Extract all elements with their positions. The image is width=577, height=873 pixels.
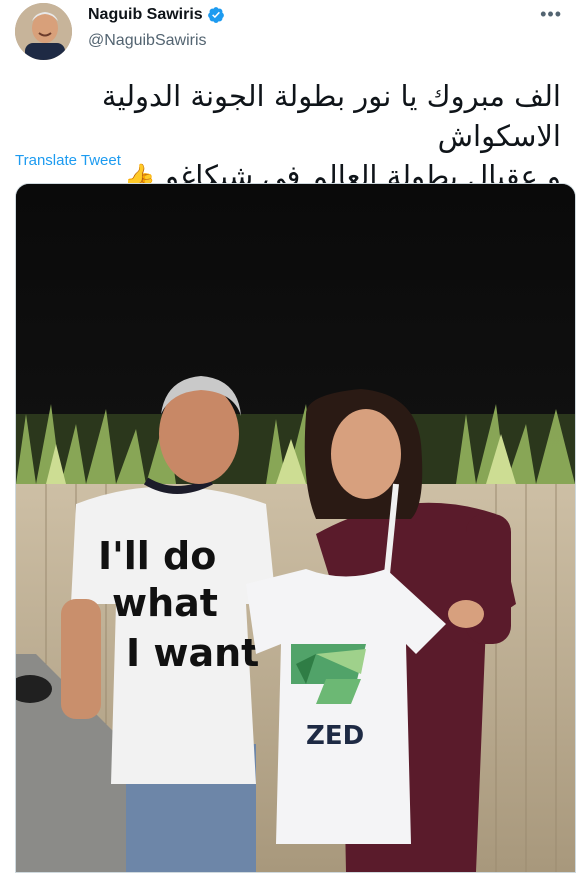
more-options-icon[interactable]: ••• — [540, 4, 562, 25]
verified-badge-icon — [207, 7, 224, 23]
author-name-row[interactable]: Naguib Sawiris — [88, 6, 225, 24]
tweet-text: الف مبروك يا نور بطولة الجونة الدولية ال… — [1, 76, 561, 198]
svg-text:I want: I want — [126, 631, 259, 675]
author-handle[interactable]: @NaguibSawiris — [88, 32, 207, 50]
photo-illustration: I'll do what I want ZED — [16, 184, 575, 872]
translate-tweet-link[interactable]: Translate Tweet — [15, 152, 121, 169]
author-name[interactable]: Naguib Sawiris — [88, 6, 203, 24]
svg-text:ZED: ZED — [306, 721, 364, 751]
svg-text:what: what — [112, 581, 218, 625]
plants — [16, 404, 575, 494]
avatar[interactable] — [15, 3, 72, 60]
svg-text:I'll do: I'll do — [98, 534, 216, 578]
tweet-photo[interactable]: I'll do what I want ZED — [15, 183, 576, 873]
avatar-image — [15, 3, 72, 60]
tweet-line-1: الف مبروك يا نور بطولة الجونة الدولية ال… — [101, 79, 561, 153]
